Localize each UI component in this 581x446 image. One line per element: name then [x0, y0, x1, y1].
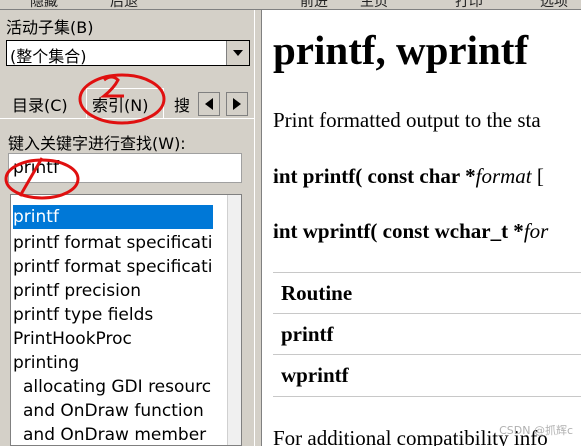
- list-item[interactable]: printing: [13, 351, 241, 375]
- tab-panel-border: [0, 118, 254, 119]
- table-header: Routine: [281, 281, 353, 305]
- table-header-row: Routine: [273, 272, 581, 314]
- list-item[interactable]: printf format specificati: [13, 231, 241, 255]
- keyword-label: 键入关键字进行查找(W):: [8, 134, 186, 153]
- list-item[interactable]: and OnDraw member: [23, 423, 241, 445]
- printf-signature: int printf( const char *format [: [273, 164, 544, 189]
- sig2-part-b: for: [523, 219, 549, 243]
- toolbar-hide-button[interactable]: 隐藏: [30, 0, 58, 9]
- tab-contents[interactable]: 目录(C): [12, 92, 68, 116]
- chevron-down-icon[interactable]: [226, 41, 249, 65]
- sig2-part-a: int wprintf( const wchar_t *: [273, 219, 524, 243]
- table-cell: wprintf: [281, 363, 349, 387]
- subset-label: 活动子集(B): [6, 18, 94, 37]
- list-scrollbar[interactable]: [227, 195, 241, 445]
- list-item[interactable]: PrintHookProc: [13, 327, 241, 351]
- sig1-part-c: [: [531, 164, 544, 188]
- toolbar-home-button[interactable]: 主页: [360, 0, 388, 9]
- watermark: CSDN @抓辉c: [499, 424, 573, 437]
- list-item[interactable]: and OnDraw function: [23, 399, 241, 423]
- list-item[interactable]: printf: [13, 205, 213, 229]
- toolbar-forward-button[interactable]: 前进: [300, 0, 328, 9]
- pane-splitter[interactable]: [254, 10, 262, 446]
- tab-search[interactable]: 搜: [174, 92, 190, 116]
- list-item[interactable]: printf format specificati: [13, 255, 241, 279]
- tab-scroll-right-button[interactable]: [226, 92, 248, 116]
- keyword-input[interactable]: [8, 153, 242, 183]
- arrow-left-icon: [205, 98, 213, 110]
- sig1-part-a: int printf( const char *: [273, 164, 476, 188]
- topic-title: printf, wprintf: [273, 27, 529, 73]
- table-cell: printf: [281, 322, 334, 346]
- table-row: wprintf: [273, 354, 581, 397]
- list-item[interactable]: allocating GDI resourc: [23, 375, 241, 399]
- table-row: printf: [273, 313, 581, 355]
- wprintf-signature: int wprintf( const wchar_t *for: [273, 219, 548, 244]
- sig1-part-b: format: [475, 164, 532, 188]
- toolbar: 隐藏 后退 前进 主页 打印 选项: [0, 0, 581, 10]
- subset-value: (整个集合): [10, 47, 87, 66]
- topic-intro: Print formatted output to the sta: [273, 108, 541, 132]
- toolbar-print-button[interactable]: 打印: [455, 0, 483, 9]
- topic-content: printf, wprintf Print formatted output t…: [262, 10, 581, 446]
- list-item[interactable]: printf type fields: [13, 303, 241, 327]
- index-list[interactable]: printf printf format specificati printf …: [10, 194, 242, 446]
- toolbar-back-button[interactable]: 后退: [110, 0, 138, 9]
- tab-scroll-left-button[interactable]: [198, 92, 220, 116]
- tab-index[interactable]: 索引(N): [92, 92, 148, 116]
- arrow-right-icon: [233, 98, 241, 110]
- subset-select[interactable]: (整个集合): [6, 40, 250, 66]
- list-item[interactable]: printf precision: [13, 279, 241, 303]
- toolbar-options-button[interactable]: 选项: [540, 0, 568, 9]
